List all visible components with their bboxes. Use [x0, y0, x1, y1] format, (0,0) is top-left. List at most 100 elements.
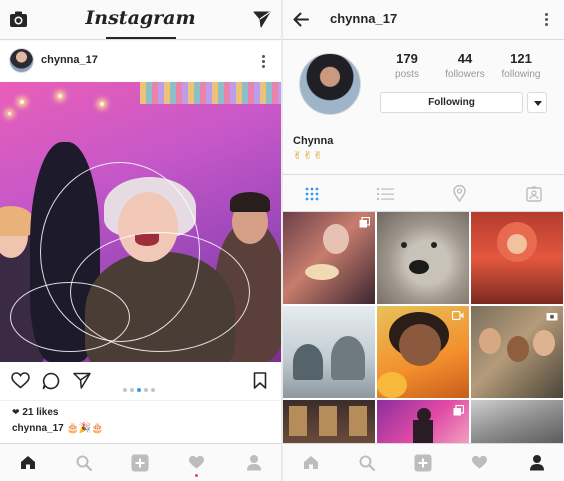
- face-shape: [479, 328, 501, 354]
- profile-avatar[interactable]: [299, 53, 361, 115]
- activity-notification-dot: [195, 474, 198, 477]
- back-arrow-icon[interactable]: [293, 12, 309, 27]
- string-light: [20, 100, 24, 104]
- grid-photo-red-costume[interactable]: [471, 212, 563, 304]
- post-photo[interactable]: [0, 82, 281, 362]
- balloon-shape: [377, 372, 407, 398]
- grid-photo-dog[interactable]: [377, 212, 469, 304]
- party-garland: [140, 82, 281, 104]
- dog-eye: [401, 242, 407, 248]
- app-root: Instagram chynna_17 ❤ 21 likes chynna_17…: [0, 0, 564, 481]
- search-icon[interactable]: [76, 455, 92, 471]
- likes-count[interactable]: ❤ 21 likes: [12, 407, 58, 418]
- face-shape: [507, 234, 527, 254]
- machine-shape: [289, 406, 307, 436]
- stat-posts-label: posts: [395, 69, 419, 80]
- profile-icon[interactable]: [529, 454, 545, 471]
- stat-following-value: 121: [510, 51, 532, 66]
- profile-icon[interactable]: [246, 454, 262, 471]
- profile-username-title: chynna_17: [330, 11, 398, 26]
- likes-text: 21 likes: [22, 407, 59, 418]
- grid-photo-arcade[interactable]: [283, 400, 375, 443]
- guest-left-hair: [0, 206, 34, 236]
- grid-view-icon[interactable]: [305, 187, 319, 201]
- add-icon[interactable]: [414, 454, 432, 472]
- bottom-nav: [283, 443, 564, 481]
- grid-photo-friends[interactable]: [471, 306, 563, 398]
- string-light: [100, 102, 104, 106]
- carousel-dot: [144, 388, 148, 392]
- add-icon[interactable]: [131, 454, 149, 472]
- comment-icon[interactable]: [42, 372, 60, 390]
- carousel-dot: [151, 388, 155, 392]
- carousel-badge-icon: [359, 217, 370, 228]
- carousel-dot: [130, 388, 134, 392]
- post-username[interactable]: chynna_17: [41, 54, 98, 66]
- stat-posts-value: 179: [396, 51, 418, 66]
- stat-followers-value: 44: [457, 51, 473, 66]
- heart-icon[interactable]: [11, 372, 30, 389]
- more-options-icon[interactable]: [545, 13, 549, 28]
- carousel-dot-active: [137, 388, 141, 392]
- profile-name: Chynna: [293, 135, 334, 147]
- stat-followers-label: followers: [445, 69, 485, 80]
- dog-nose: [409, 260, 429, 274]
- camera-badge-icon: [546, 313, 558, 321]
- string-light: [58, 94, 62, 98]
- profile-screen: chynna_17 179 posts 44 followers 121 fol…: [283, 0, 564, 481]
- suggestions-dropdown-button[interactable]: [527, 92, 547, 113]
- machine-shape: [349, 406, 367, 436]
- dog-eye: [431, 242, 437, 248]
- grid-photo-laughing[interactable]: [377, 306, 469, 398]
- grid-photo-dancer[interactable]: [377, 400, 469, 443]
- stat-posts[interactable]: 179 posts: [377, 51, 437, 80]
- face-shape: [323, 224, 349, 254]
- grid-photo-rainy-window[interactable]: [283, 306, 375, 398]
- post-header: chynna_17: [0, 41, 281, 81]
- bookmark-icon[interactable]: [253, 372, 267, 389]
- search-icon[interactable]: [359, 455, 375, 471]
- profile-top-bar: chynna_17: [283, 0, 564, 40]
- avatar[interactable]: [9, 48, 34, 73]
- feed-top-bar: Instagram: [0, 0, 281, 40]
- face-shape: [533, 330, 555, 356]
- feed-screen: Instagram chynna_17 ❤ 21 likes chynna_17…: [0, 0, 281, 481]
- profile-tabs: [283, 174, 564, 212]
- stat-following[interactable]: 121 following: [491, 51, 551, 80]
- tree-shape: [293, 344, 323, 380]
- list-view-icon[interactable]: [377, 187, 394, 201]
- tagged-photos-icon[interactable]: [526, 186, 542, 202]
- feed-tab-indicator: [106, 37, 176, 39]
- caption-username[interactable]: chynna_17: [12, 423, 64, 434]
- stat-followers[interactable]: 44 followers: [435, 51, 495, 80]
- post-caption: chynna_17 🎂🎉🎂: [12, 423, 104, 434]
- instagram-logo: Instagram: [85, 7, 196, 29]
- grid-photo-cake[interactable]: [283, 212, 375, 304]
- grid-photo-beach[interactable]: [471, 400, 563, 443]
- small-heart-icon: ❤: [12, 407, 20, 417]
- activity-heart-icon[interactable]: [471, 455, 488, 470]
- caption-text: 🎂🎉🎂: [66, 423, 104, 434]
- cake-shape: [305, 264, 339, 280]
- bottom-nav: [0, 443, 281, 481]
- post-meta: ❤ 21 likes chynna_17 🎂🎉🎂: [0, 400, 281, 444]
- home-icon[interactable]: [303, 455, 319, 470]
- guest-right-hair: [230, 192, 270, 212]
- string-light: [8, 112, 11, 115]
- profile-header: 179 posts 44 followers 121 following Fol…: [283, 41, 564, 173]
- share-icon[interactable]: [73, 372, 91, 389]
- direct-message-icon[interactable]: [253, 11, 271, 28]
- activity-heart-icon[interactable]: [188, 455, 205, 470]
- location-icon[interactable]: [453, 185, 466, 202]
- carousel-badge-icon: [453, 405, 464, 416]
- face-shape: [507, 336, 529, 362]
- more-options-icon[interactable]: [262, 55, 266, 70]
- machine-shape: [319, 406, 337, 436]
- carousel-dot: [123, 388, 127, 392]
- streamer: [10, 282, 130, 352]
- photo-grid: [283, 212, 564, 443]
- home-icon[interactable]: [20, 455, 36, 470]
- following-button[interactable]: Following: [380, 92, 523, 113]
- stat-following-label: following: [501, 69, 541, 80]
- body-shape: [413, 420, 433, 443]
